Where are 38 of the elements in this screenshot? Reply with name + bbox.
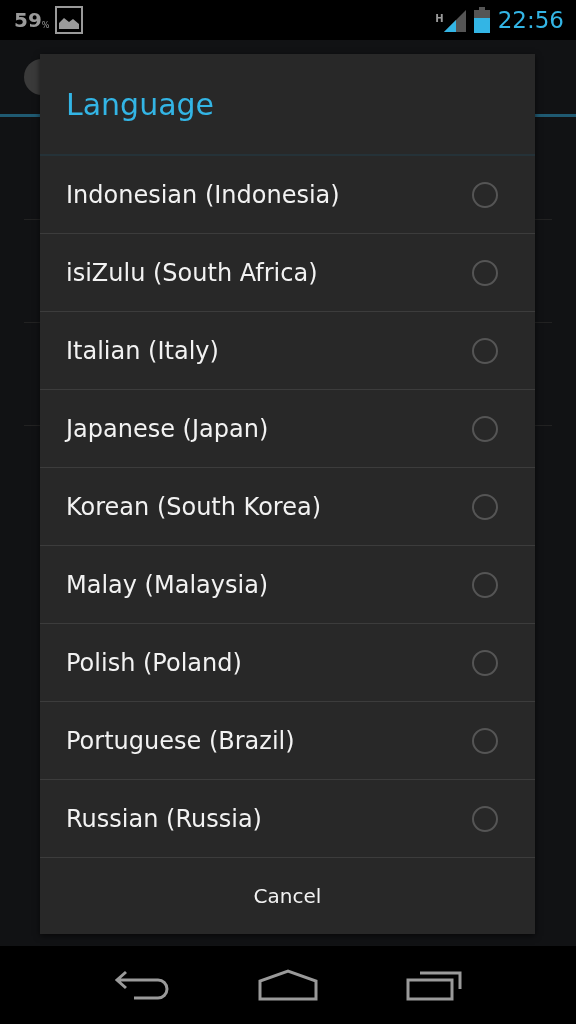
language-label: isiZulu (South Africa) — [66, 258, 318, 287]
radio-button[interactable] — [472, 571, 498, 598]
language-option[interactable]: Indonesian (Indonesia) — [40, 156, 535, 234]
language-option[interactable]: Malay (Malaysia) — [40, 546, 535, 624]
language-label: Portuguese (Brazil) — [66, 726, 295, 755]
language-label: Polish (Poland) — [66, 648, 242, 677]
signal-icon — [443, 8, 466, 32]
percent-sign: % — [41, 20, 50, 30]
language-label: Russian (Russia) — [66, 804, 262, 833]
radio-button[interactable] — [472, 805, 498, 832]
language-option[interactable]: Polish (Poland) — [40, 624, 535, 702]
clock: 22:56 — [497, 7, 564, 33]
language-label: Japanese (Japan) — [66, 414, 269, 443]
back-icon[interactable] — [114, 970, 170, 1000]
language-option[interactable]: Portuguese (Brazil) — [40, 702, 535, 780]
language-label: Malay (Malaysia) — [66, 570, 269, 599]
dialog-title: Language — [40, 54, 535, 156]
radio-button[interactable] — [472, 493, 498, 520]
language-option[interactable]: Korean (South Korea) — [40, 468, 535, 546]
radio-button[interactable] — [472, 181, 498, 208]
battery-icon — [473, 7, 490, 33]
network-type: H — [435, 13, 444, 24]
image-icon — [55, 6, 84, 34]
radio-button[interactable] — [472, 415, 498, 442]
cancel-button[interactable]: Cancel — [40, 858, 535, 934]
home-icon[interactable] — [258, 969, 318, 1001]
radio-button[interactable] — [472, 649, 498, 676]
language-option[interactable]: Japanese (Japan) — [40, 390, 535, 468]
radio-button[interactable] — [472, 259, 498, 286]
language-option[interactable]: isiZulu (South Africa) — [40, 234, 535, 312]
recent-apps-icon[interactable] — [406, 969, 462, 1001]
language-label: Indonesian (Indonesia) — [66, 180, 340, 209]
language-label: Korean (South Korea) — [66, 492, 322, 521]
battery-percent: 59 — [14, 8, 42, 32]
language-option[interactable]: Italian (Italy) — [40, 312, 535, 390]
radio-button[interactable] — [472, 337, 498, 364]
language-label: Italian (Italy) — [66, 336, 219, 365]
radio-button[interactable] — [472, 727, 498, 754]
